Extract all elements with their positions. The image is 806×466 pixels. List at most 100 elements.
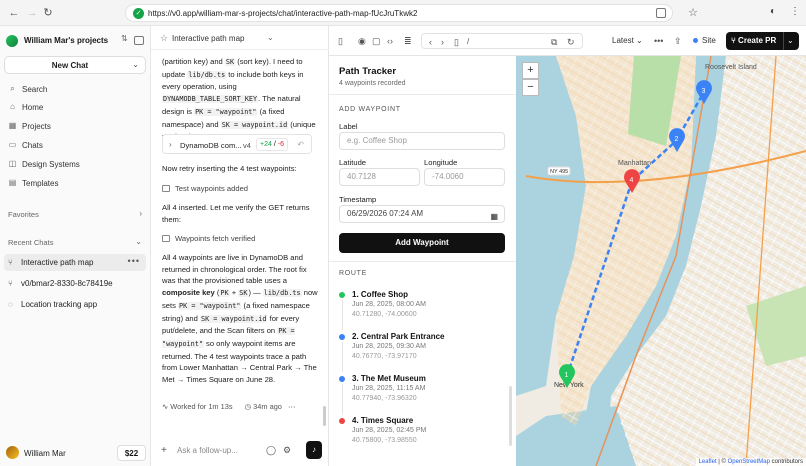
sidebar-item-home[interactable]: ⌂ Home xyxy=(6,99,146,115)
version-select[interactable]: Latest ⌄ xyxy=(612,36,643,45)
favorite-star-icon[interactable]: ☆ xyxy=(160,33,168,44)
map-canvas[interactable]: Manhattan Roosevelt Island New York NY 4… xyxy=(516,56,806,466)
chevron-down-icon[interactable]: ⌄ xyxy=(135,237,142,246)
tool-result-verified[interactable]: Waypoints fetch verified xyxy=(162,234,255,243)
new-chat-button[interactable]: New Chat ⌄ xyxy=(4,56,146,74)
label-field-label: Label xyxy=(339,122,358,131)
security-shield-icon[interactable]: ✓ xyxy=(133,8,144,19)
chevron-right-icon[interactable]: › xyxy=(441,37,444,47)
settings-icon[interactable]: ⚙ xyxy=(283,445,291,456)
branch-icon: ⑂ xyxy=(8,258,13,267)
chat-scrollbar[interactable] xyxy=(323,406,326,426)
more-options-icon[interactable]: ⋯ xyxy=(288,402,295,411)
reload-icon[interactable]: ↻ xyxy=(42,7,54,19)
preview-path-bar[interactable]: ‹ › ▯ / ⧉ ↻ xyxy=(421,33,583,49)
avatar[interactable] xyxy=(6,446,19,459)
recent-chat-label: Location tracking app xyxy=(21,300,98,309)
chat-title[interactable]: Interactive path map xyxy=(172,34,244,43)
forward-icon[interactable]: → xyxy=(26,7,38,19)
create-pr-text: Create PR xyxy=(738,36,777,45)
route-item-coords: 40.76770, -73.97170 xyxy=(352,353,417,360)
open-external-icon[interactable]: ⧉ xyxy=(551,37,557,48)
route-item[interactable]: 1. Coffee Shop Jun 28, 2025, 08:00 AM 40… xyxy=(339,288,509,330)
user-profile[interactable]: William Mar $22 xyxy=(6,444,146,462)
sidebar-item-search[interactable]: ⌕ Search xyxy=(6,81,146,97)
sidebar-panel-icon[interactable]: ▯ xyxy=(338,36,343,47)
workspace-name: William Mar's projects xyxy=(24,36,109,45)
zoom-in-button[interactable]: + xyxy=(522,62,539,79)
recent-chat-location-tracking[interactable]: ◌ Location tracking app xyxy=(4,296,146,313)
sidebar-item-label: Design Systems xyxy=(22,160,80,169)
chevron-down-icon[interactable]: ⌄ xyxy=(132,60,139,69)
code-icon[interactable]: ‹› xyxy=(387,36,393,46)
add-waypoint-button[interactable]: Add Waypoint xyxy=(339,233,505,253)
recent-chat-v0-bmar2[interactable]: ⑂ v0/bmar2-8330-8c78419e xyxy=(4,275,146,292)
preview-eye-icon[interactable]: ◉ xyxy=(358,36,366,47)
address-bar[interactable]: ✓ https://v0.app/william-mar-s-projects/… xyxy=(125,4,698,22)
zoom-out-button[interactable]: − xyxy=(522,79,539,96)
branch-icon: ⑂ xyxy=(8,279,13,288)
latitude-input[interactable]: 40.7128 xyxy=(339,168,420,186)
comment-icon[interactable]: ▢ xyxy=(372,36,381,47)
site-button[interactable]: Site xyxy=(693,36,716,45)
worked-duration[interactable]: Worked for 1m 13s xyxy=(170,402,232,411)
url-text[interactable]: https://v0.app/william-mar-s-projects/ch… xyxy=(148,9,417,18)
calendar-icon[interactable]: ▦ xyxy=(490,209,498,225)
chevron-down-icon[interactable]: ⌄ xyxy=(787,36,794,45)
sidebar-item-chats[interactable]: ▭ Chats xyxy=(6,137,146,153)
undo-icon[interactable]: ↶ xyxy=(297,140,304,149)
time-ago: 34m ago xyxy=(253,402,282,411)
route-item[interactable]: 4. Times Square Jun 28, 2025, 02:45 PM 4… xyxy=(339,414,509,454)
timestamp-input[interactable]: 06/29/2026 07:24 AM ▦ xyxy=(339,205,505,223)
sidebar-item-templates[interactable]: ▤ Templates xyxy=(6,175,146,191)
create-pr-button[interactable]: ⑂ Create PR ⌄ xyxy=(726,32,799,50)
sidebar-item-design-systems[interactable]: ◫ Design Systems xyxy=(6,156,146,172)
route-dot xyxy=(339,334,345,340)
device-icon[interactable]: ▯ xyxy=(454,37,459,48)
browser-menu-icon[interactable]: ⋮ xyxy=(790,6,800,17)
app-scrollbar[interactable] xyxy=(509,386,512,446)
chat-bubble-icon[interactable]: ◯ xyxy=(266,445,276,456)
chevron-right-icon[interactable]: › xyxy=(169,140,172,149)
longitude-input[interactable]: -74.0060 xyxy=(424,168,505,186)
chevron-left-icon[interactable]: ‹ xyxy=(429,37,432,47)
chevron-right-icon[interactable]: › xyxy=(139,209,142,218)
favorites-heading[interactable]: Favorites xyxy=(8,210,39,219)
bookmark-star-icon[interactable]: ☆ xyxy=(688,6,698,19)
preview-path[interactable]: / xyxy=(467,37,469,46)
sidebar-toggle-icon[interactable] xyxy=(134,36,144,45)
tool-result-added[interactable]: Test waypoints added xyxy=(162,184,248,193)
database-icon[interactable]: ≣ xyxy=(404,36,412,47)
chevron-updown-icon[interactable]: ⇅ xyxy=(121,34,128,43)
label-input[interactable]: e.g. Coffee Shop xyxy=(339,132,505,150)
composer-input[interactable]: Ask a follow-up... xyxy=(177,446,238,455)
site-status-dot xyxy=(693,38,698,43)
workspace-switcher[interactable]: William Mar's projects ⇅ xyxy=(6,34,146,48)
add-waypoint-heading: ADD WAYPOINT xyxy=(339,106,401,113)
sidebar-item-label: Templates xyxy=(22,179,59,188)
chat-panel: ☆ Interactive path map ⌄ (partition key)… xyxy=(151,26,329,466)
route-item[interactable]: 3. The Met Museum Jun 28, 2025, 11:15 AM… xyxy=(339,372,509,414)
more-options-icon[interactable]: ••• xyxy=(654,36,663,46)
open-in-new-icon[interactable] xyxy=(656,8,666,18)
back-icon[interactable]: ← xyxy=(8,7,20,19)
voice-input-button[interactable]: ♪ xyxy=(306,441,322,459)
route-connector xyxy=(341,384,343,414)
refresh-icon[interactable]: ↻ xyxy=(567,37,575,48)
more-options-icon[interactable]: ••• xyxy=(128,256,140,266)
browser-bar: ← → ↻ ✓ https://v0.app/william-mar-s-pro… xyxy=(0,0,806,26)
file-change-card[interactable]: › DynamoDB com... v4 +24 / -6 ↶ xyxy=(162,134,312,154)
translate-icon[interactable]: ◐ xyxy=(770,6,776,17)
share-icon[interactable]: ⇪ xyxy=(674,36,682,47)
add-attachment-icon[interactable]: + xyxy=(161,445,167,456)
recent-chat-interactive-path-map[interactable]: ⑂ Interactive path map ••• xyxy=(4,254,146,271)
chevron-down-icon[interactable]: ⌄ xyxy=(267,33,274,42)
osm-link[interactable]: OpenStreetMap xyxy=(728,459,770,465)
leaflet-link[interactable]: Leaflet xyxy=(699,459,717,465)
route-item[interactable]: 2. Central Park Entrance Jun 28, 2025, 0… xyxy=(339,330,509,372)
credits-badge[interactable]: $22 xyxy=(117,445,146,461)
recent-chats-heading[interactable]: Recent Chats xyxy=(8,238,53,247)
git-branch-icon: ⑂ xyxy=(731,36,736,45)
map[interactable]: Manhattan Roosevelt Island New York NY 4… xyxy=(516,56,806,466)
sidebar-item-projects[interactable]: ▦ Projects xyxy=(6,118,146,134)
